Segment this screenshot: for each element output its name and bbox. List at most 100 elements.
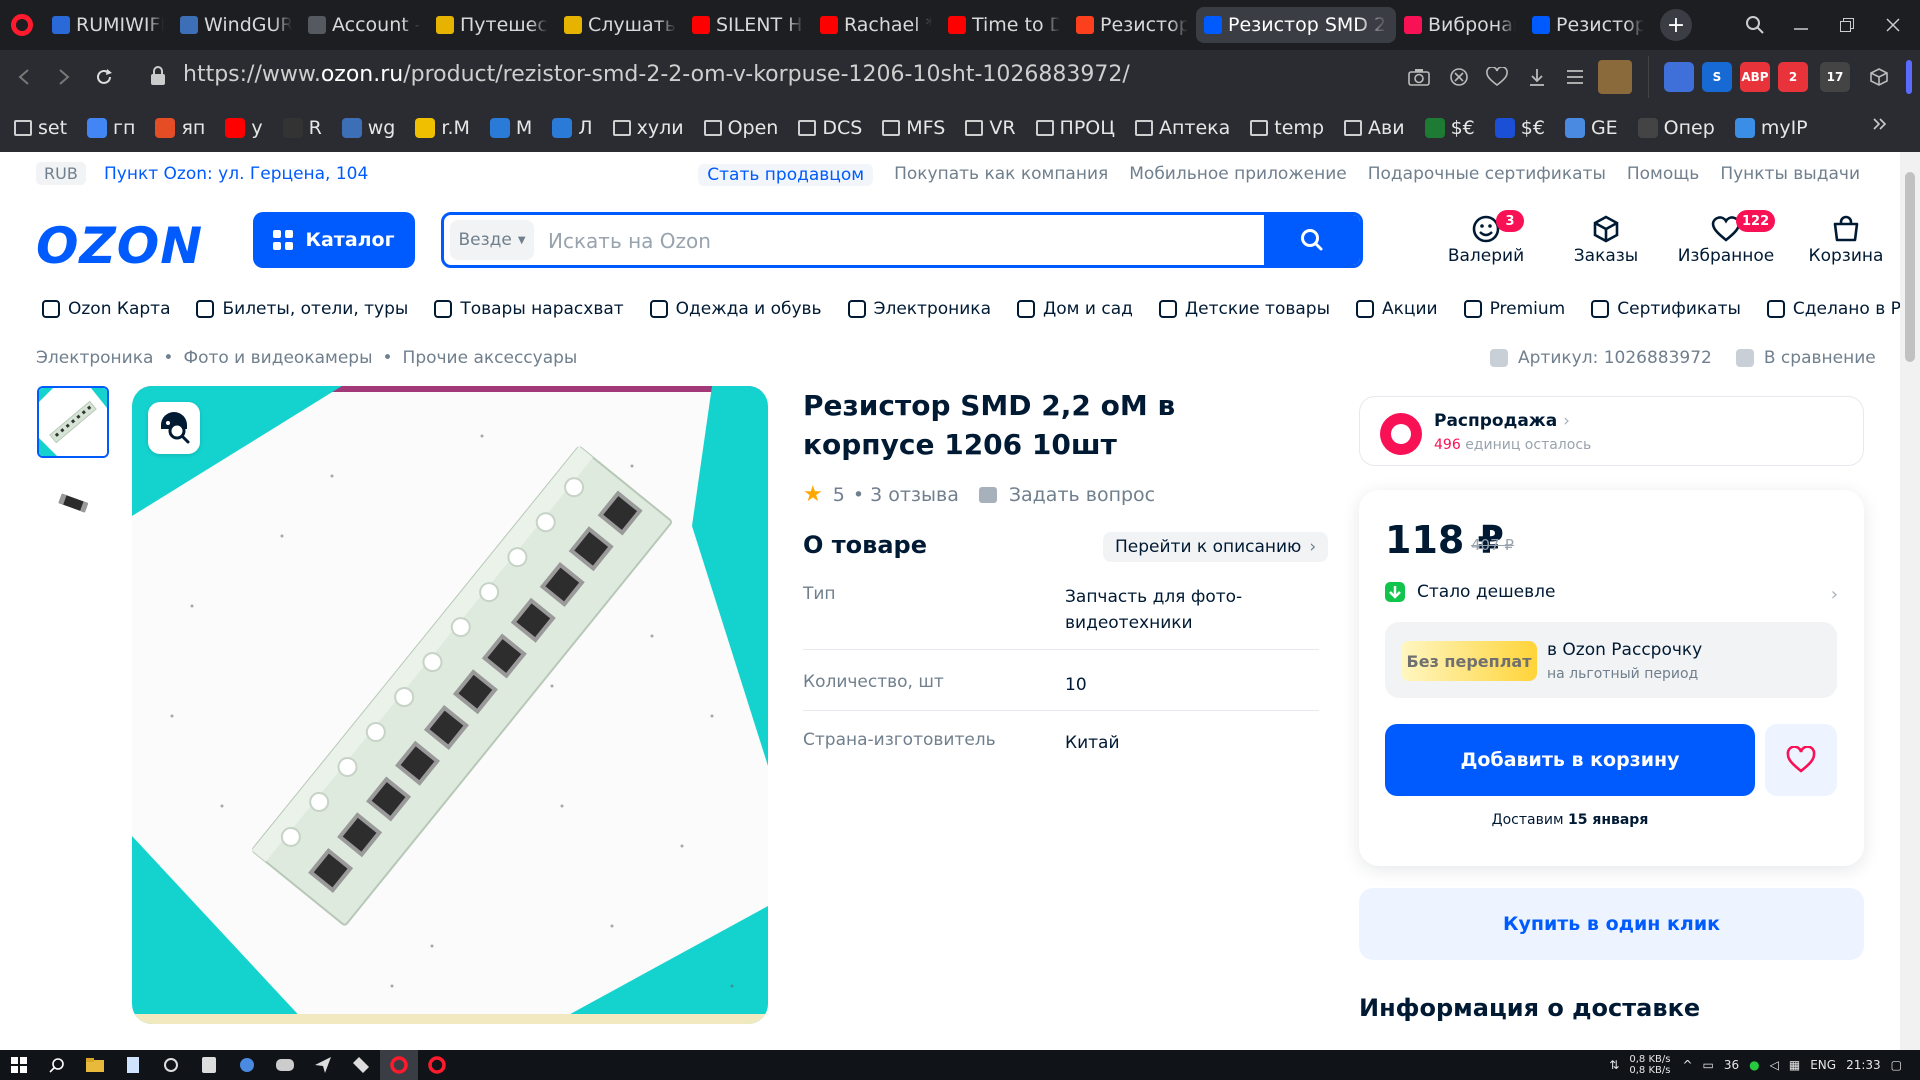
top-link[interactable]: Подарочные сертификаты bbox=[1368, 164, 1606, 186]
bookmark-item[interactable]: R bbox=[282, 117, 322, 139]
browser-tab[interactable]: Вибронак bbox=[1396, 7, 1524, 43]
category-nav-item[interactable]: Premium bbox=[1463, 294, 1565, 324]
language-indicator[interactable]: ENG bbox=[1810, 1058, 1836, 1072]
sale-banner[interactable]: Распродажа › 496 единиц осталось bbox=[1359, 396, 1864, 466]
category-nav-item[interactable]: Одежда и обувь bbox=[649, 294, 822, 324]
category-nav-item[interactable]: Товары нарасхват bbox=[434, 294, 624, 324]
bookmark-item[interactable]: VR bbox=[965, 117, 1016, 139]
bookmark-item[interactable]: temp bbox=[1250, 117, 1324, 139]
header-action-cart[interactable]: Корзина bbox=[1796, 212, 1896, 274]
image-search-button[interactable] bbox=[148, 402, 200, 454]
bookmark-item[interactable]: Л bbox=[552, 117, 593, 139]
volume-icon[interactable]: ◁ bbox=[1770, 1058, 1779, 1072]
pickup-point-link[interactable]: Пункт Ozon: ул. Герцена, 104 bbox=[104, 164, 368, 184]
top-link[interactable]: Пункты выдачи bbox=[1720, 164, 1860, 186]
browser-tab[interactable]: Резистор т bbox=[1068, 7, 1196, 43]
bookmark-item[interactable]: wg bbox=[341, 117, 395, 139]
scrollbar-thumb[interactable] bbox=[1905, 172, 1915, 362]
browser-tab[interactable]: SILENT HIL bbox=[684, 7, 812, 43]
compare-link[interactable]: В сравнение bbox=[1764, 348, 1876, 368]
reload-icon[interactable] bbox=[84, 57, 124, 97]
bookmark-item[interactable]: М bbox=[489, 117, 532, 139]
bookmark-item[interactable]: r.M bbox=[415, 117, 470, 139]
installment-banner[interactable]: Без переплат в Ozon Рассрочку на льготны… bbox=[1385, 622, 1837, 698]
extension-icon[interactable]: 17 bbox=[1820, 62, 1850, 92]
reviews-link[interactable]: • 3 отзыва bbox=[853, 484, 959, 506]
browser-tab[interactable]: Резистор SMD 2,2 bbox=[1196, 7, 1396, 43]
search-scope-dropdown[interactable]: Везде ▼ bbox=[450, 220, 534, 260]
thumbnail-1[interactable] bbox=[37, 386, 109, 458]
category-nav-item[interactable]: Билеты, отели, туры bbox=[196, 294, 408, 324]
bookmark-item[interactable]: Open bbox=[703, 117, 778, 139]
currency-selector[interactable]: RUB bbox=[36, 162, 86, 185]
category-nav-item[interactable]: Детские товары bbox=[1158, 294, 1330, 324]
keyboard-icon[interactable]: ▦ bbox=[1789, 1058, 1800, 1072]
bookmark-item[interactable]: гп bbox=[87, 117, 135, 139]
header-action-heart[interactable]: 122 Избранное bbox=[1676, 210, 1776, 274]
bookmark-item[interactable]: DCS bbox=[798, 117, 862, 139]
browser-tab[interactable]: Account - bbox=[300, 7, 428, 43]
opera-taskbar-icon-2[interactable] bbox=[418, 1050, 456, 1080]
breadcrumb-item[interactable]: Электроника bbox=[36, 348, 153, 368]
search-input[interactable] bbox=[548, 223, 1148, 259]
breadcrumb-item[interactable]: Фото и видеокамеры bbox=[183, 348, 372, 368]
bookmark-item[interactable]: Аптека bbox=[1135, 117, 1230, 139]
back-icon[interactable] bbox=[4, 57, 44, 97]
settings-app-icon[interactable] bbox=[152, 1050, 190, 1080]
globe-app-icon[interactable] bbox=[228, 1050, 266, 1080]
extension-icon[interactable]: ABP bbox=[1740, 62, 1770, 92]
browser-tab[interactable]: Time to Di bbox=[940, 7, 1068, 43]
breadcrumb-item[interactable]: Прочие аксессуары bbox=[403, 348, 578, 368]
bookmark-item[interactable]: $€ bbox=[1424, 117, 1475, 139]
bookmark-item[interactable]: хули bbox=[612, 117, 684, 139]
search-tabs-icon[interactable] bbox=[1732, 0, 1778, 50]
gamepad-icon[interactable] bbox=[266, 1050, 304, 1080]
browser-tab[interactable]: Rachael * [ bbox=[812, 7, 940, 43]
restore-icon[interactable] bbox=[1824, 0, 1870, 50]
notepad-icon[interactable] bbox=[114, 1050, 152, 1080]
chevron-right-icon[interactable]: › bbox=[1831, 584, 1838, 605]
adblock-shield-icon[interactable] bbox=[1444, 62, 1474, 92]
favorite-button[interactable] bbox=[1765, 724, 1837, 796]
copy-icon[interactable] bbox=[1490, 349, 1508, 367]
tag-app-icon[interactable] bbox=[342, 1050, 380, 1080]
price-drop-row[interactable]: Стало дешевле bbox=[1385, 582, 1555, 602]
page-scrollbar[interactable] bbox=[1900, 152, 1920, 1050]
rating-value[interactable]: 5 bbox=[833, 484, 845, 506]
category-nav-item[interactable]: Ozon Карта bbox=[42, 294, 170, 324]
notifications-icon[interactable]: ▢ bbox=[1891, 1058, 1902, 1072]
browser-tab[interactable]: WindGURU bbox=[172, 7, 300, 43]
bookmark-heart-icon[interactable] bbox=[1482, 62, 1512, 92]
tray-app-icon[interactable]: ● bbox=[1749, 1058, 1759, 1072]
header-action-profile[interactable]: 3 Валерий bbox=[1436, 210, 1536, 274]
windows-start-icon[interactable] bbox=[0, 1050, 38, 1080]
bookmark-item[interactable]: $€ bbox=[1494, 117, 1545, 139]
bookmark-item[interactable]: y bbox=[225, 117, 263, 139]
new-tab-button[interactable]: + bbox=[1660, 9, 1692, 41]
clock[interactable]: 21:33 bbox=[1846, 1058, 1881, 1072]
bookmark-item[interactable]: myIP bbox=[1734, 117, 1808, 139]
minimize-icon[interactable] bbox=[1778, 0, 1824, 50]
easy-setup-icon[interactable] bbox=[1560, 62, 1590, 92]
bookmarks-overflow-icon[interactable] bbox=[1872, 116, 1888, 137]
thumbnail-2[interactable] bbox=[37, 468, 109, 540]
top-link[interactable]: Покупать как компания bbox=[894, 164, 1108, 186]
browser-tab[interactable]: Резистор bbox=[1524, 7, 1652, 43]
bookmark-item[interactable]: MFS bbox=[882, 117, 945, 139]
close-window-icon[interactable] bbox=[1870, 0, 1916, 50]
add-to-cart-button[interactable]: Добавить в корзину bbox=[1385, 724, 1755, 796]
opera-menu-icon[interactable] bbox=[0, 0, 44, 50]
top-link[interactable]: Стать продавцом bbox=[698, 164, 874, 186]
browser-tab[interactable]: RUMIWIFI bbox=[44, 7, 172, 43]
extension-icon[interactable]: 2 bbox=[1778, 62, 1808, 92]
browser-tab[interactable]: Слушать в bbox=[556, 7, 684, 43]
catalog-button[interactable]: Каталог bbox=[253, 212, 415, 268]
plane-app-icon[interactable] bbox=[304, 1050, 342, 1080]
url-field[interactable]: https://www.ozon.ru/product/rezistor-smd… bbox=[183, 62, 1130, 87]
bookmark-item[interactable]: Ави bbox=[1344, 117, 1405, 139]
category-nav-item[interactable]: Акции bbox=[1356, 294, 1438, 324]
compare-icon[interactable] bbox=[1735, 349, 1754, 367]
network-icon[interactable]: ▭ bbox=[1703, 1058, 1714, 1072]
category-nav-item[interactable]: Дом и сад bbox=[1016, 294, 1133, 324]
tray-chevron-icon[interactable]: ^ bbox=[1682, 1058, 1692, 1072]
